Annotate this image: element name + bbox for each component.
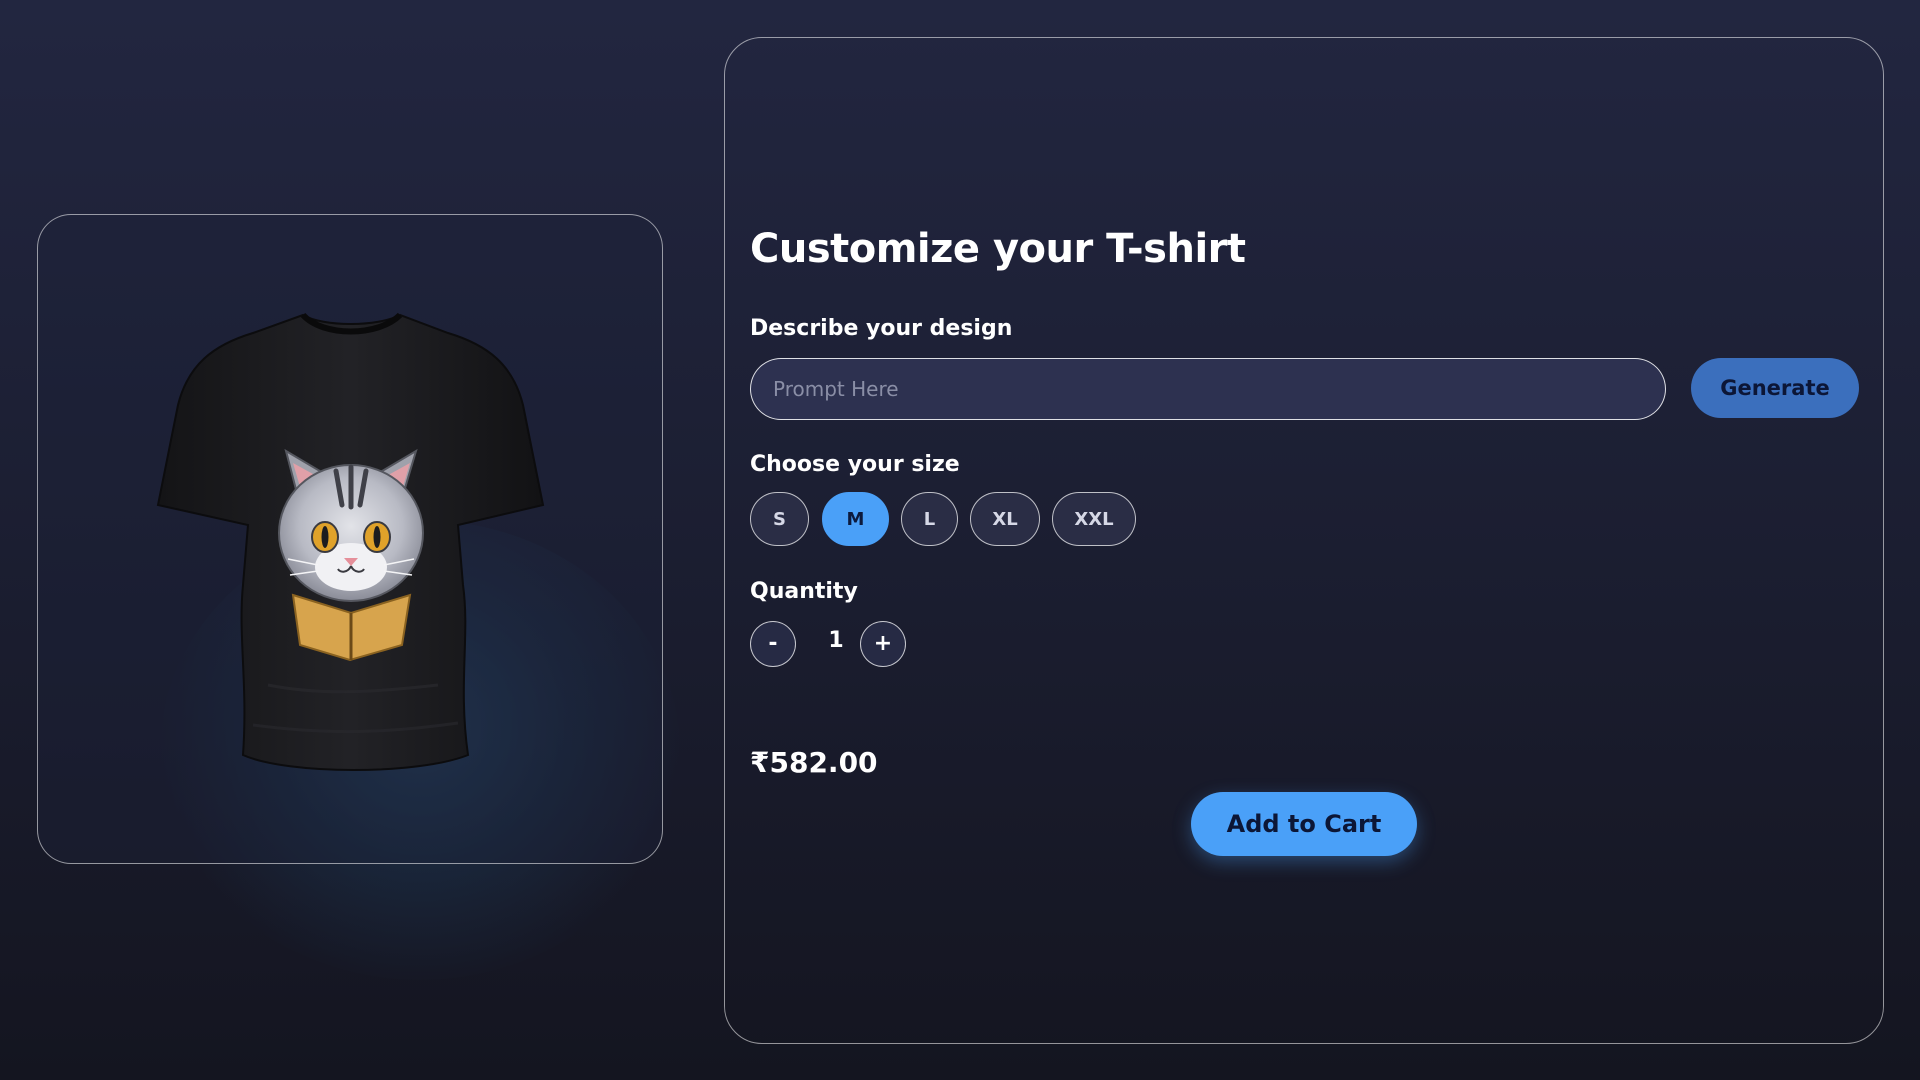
size-label: Choose your size [750,452,960,477]
generate-button[interactable]: Generate [1691,358,1859,418]
design-label: Describe your design [750,316,1013,341]
tshirt-image [156,312,545,771]
customizer-panel: Customize your T-shirt Describe your des… [724,37,1884,1044]
price: ₹582.00 [750,746,878,779]
quantity-label: Quantity [750,579,858,604]
page-title: Customize your T-shirt [750,226,1246,272]
quantity-increment-button[interactable]: + [860,621,906,667]
prompt-input[interactable] [750,358,1666,420]
size-option-m[interactable]: M [822,492,889,546]
tshirt-preview-card [37,214,663,864]
quantity-decrement-button[interactable]: - [750,621,796,667]
size-option-s[interactable]: S [750,492,809,546]
size-option-xxl[interactable]: XXL [1052,492,1136,546]
quantity-value: 1 [828,628,844,653]
add-to-cart-button[interactable]: Add to Cart [1191,792,1417,856]
size-option-xl[interactable]: XL [970,492,1040,546]
size-option-l[interactable]: L [901,492,958,546]
